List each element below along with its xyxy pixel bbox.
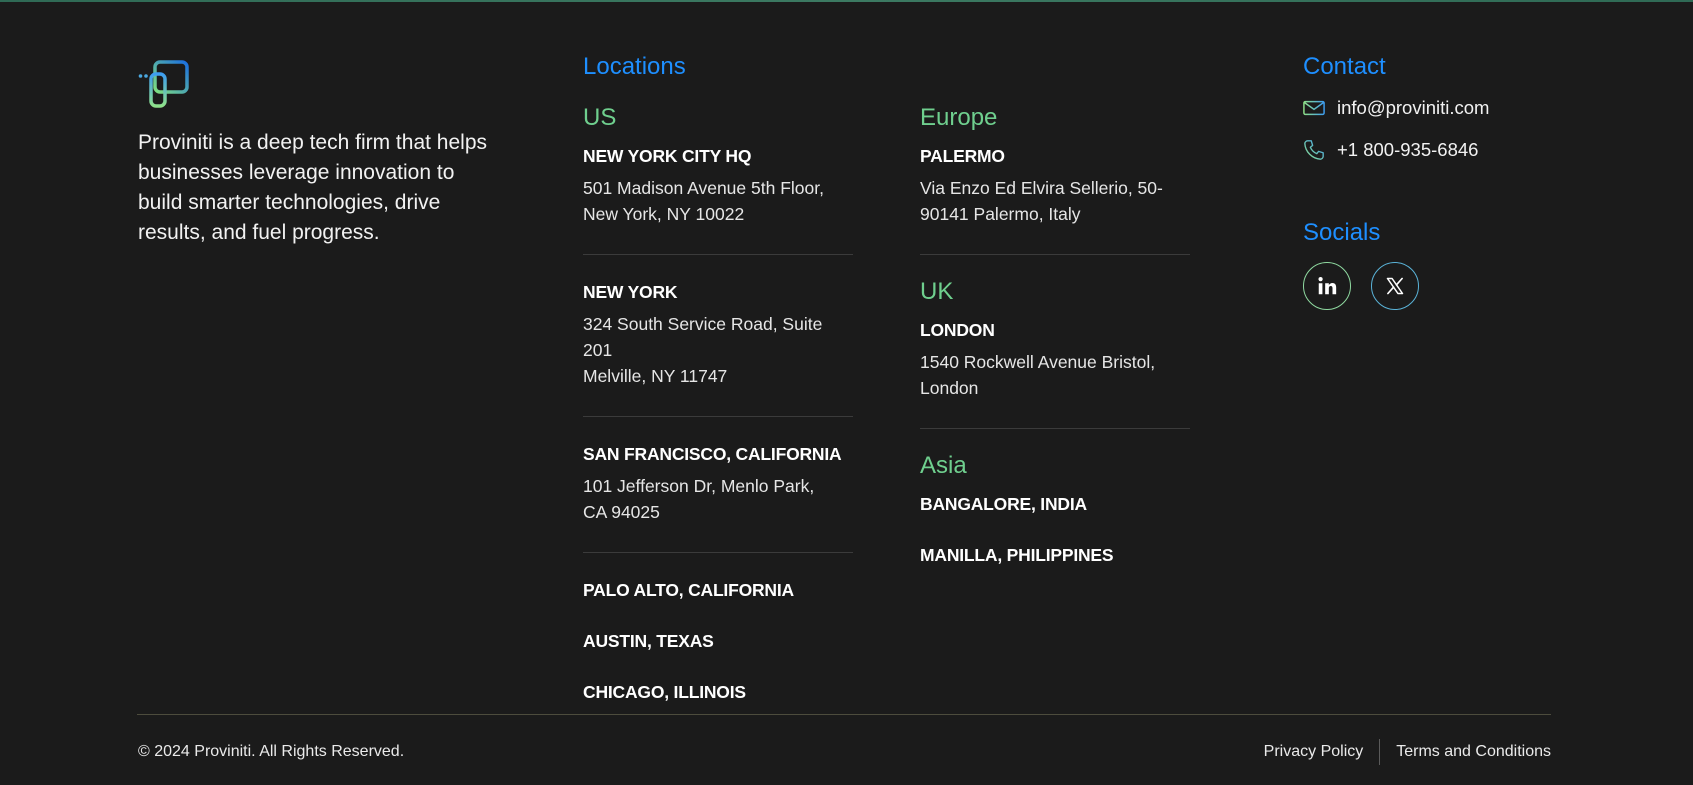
office-new-york-city-hq: NEW YORK CITY HQ 501 Madison Avenue 5th … [583,145,853,227]
office-bangalore: BANGALORE, INDIA [920,494,1087,514]
divider [583,416,853,417]
office-name: NEW YORK [583,282,678,302]
socials-title: Socials [1303,219,1381,246]
office-address-line: CA 94025 [583,502,660,522]
proviniti-logo-icon[interactable] [138,60,190,108]
brand-description: Proviniti is a deep tech firm that helps… [138,131,488,244]
phone-icon [1303,139,1325,161]
office-address-line: New York, NY 10022 [583,204,745,224]
divider [920,254,1190,255]
international-locations-column: Europe PALERMO Via Enzo Ed Elvira Seller… [920,103,1190,566]
office-address-line: 90141 Palermo, Italy [920,204,1081,224]
us-locations-column: US NEW YORK CITY HQ 501 Madison Avenue 5… [583,103,853,703]
region-title-us: US [583,104,617,131]
divider [583,552,853,553]
office-address-line: London [920,378,979,398]
office-address-line: 101 Jefferson Dr, Menlo Park, [583,476,815,496]
brand-section: Proviniti is a deep tech firm that helps… [138,60,498,248]
office-address-line: 1540 Rockwell Avenue Bristol, [920,352,1156,372]
region-title-europe: Europe [920,104,998,131]
office-name: NEW YORK CITY HQ [583,146,752,166]
divider [583,254,853,255]
social-links [1303,262,1563,310]
office-address-line: Melville, NY 11747 [583,366,728,386]
office-address: 501 Madison Avenue 5th Floor, New York, … [583,175,853,227]
mail-icon [1303,97,1325,119]
office-chicago: CHICAGO, ILLINOIS [583,682,746,702]
office-name: LONDON [920,320,995,340]
office-name: SAN FRANCISCO, CALIFORNIA [583,444,842,464]
region-title-asia: Asia [920,452,967,479]
office-address-line: 324 South Service Road, Suite 201 [583,314,823,360]
email-text: info@proviniti.com [1337,97,1490,118]
office-address: 324 South Service Road, Suite 201 Melvil… [583,311,853,389]
office-address-line: 501 Madison Avenue 5th Floor, [583,178,824,198]
phone-link[interactable]: +1 800-935-6846 [1303,137,1563,163]
office-address-line: Via Enzo Ed Elvira Sellerio, 50- [920,178,1163,198]
linkedin-icon [1318,277,1337,295]
office-austin: AUSTIN, TEXAS [583,631,714,651]
office-london: LONDON 1540 Rockwell Avenue Bristol, Lon… [920,319,1190,401]
footer-divider [137,714,1551,715]
office-san-francisco: SAN FRANCISCO, CALIFORNIA 101 Jefferson … [583,443,853,525]
top-accent-line [0,0,1693,2]
office-name: PALERMO [920,146,1005,166]
legal-separator [1379,739,1381,765]
contact-title: Contact [1303,53,1386,80]
privacy-policy-link[interactable]: Privacy Policy [1264,740,1364,764]
x-button[interactable] [1371,262,1419,310]
phone-text: +1 800-935-6846 [1337,139,1479,160]
office-address: Via Enzo Ed Elvira Sellerio, 50- 90141 P… [920,175,1190,227]
copyright-text: © 2024 Proviniti. All Rights Reserved. [138,743,405,760]
office-address: 101 Jefferson Dr, Menlo Park, CA 94025 [583,473,853,525]
linkedin-button[interactable] [1303,262,1351,310]
terms-link[interactable]: Terms and Conditions [1396,740,1551,764]
locations-title: Locations [583,53,686,80]
office-new-york: NEW YORK 324 South Service Road, Suite 2… [583,281,853,389]
office-manilla: MANILLA, PHILIPPINES [920,545,1114,565]
office-palo-alto: PALO ALTO, CALIFORNIA [583,580,794,600]
email-link[interactable]: info@proviniti.com [1303,95,1563,121]
x-icon [1386,277,1404,295]
legal-links: Privacy Policy Terms and Conditions [1264,739,1551,765]
office-palermo: PALERMO Via Enzo Ed Elvira Sellerio, 50-… [920,145,1190,227]
region-title-uk: UK [920,278,954,305]
office-address: 1540 Rockwell Avenue Bristol, London [920,349,1190,401]
contact-column: Contact info@proviniti.com +1 800-935-68… [1303,52,1563,310]
divider [920,428,1190,429]
